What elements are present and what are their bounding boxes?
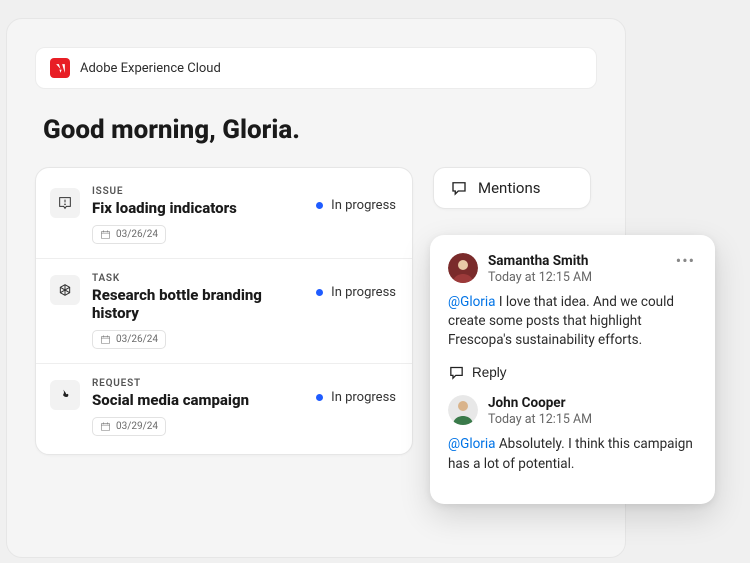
status-dot-icon [316, 289, 323, 296]
adobe-logo-icon [50, 58, 70, 78]
work-item-body: ISSUE Fix loading indicators 03/26/24 [92, 186, 304, 244]
mentions-card[interactable]: Mentions [433, 167, 591, 209]
calendar-icon [100, 229, 111, 240]
status-text: In progress [331, 198, 396, 213]
post-body: @Gloria Absolutely. I think this campaig… [448, 435, 697, 473]
calendar-icon [100, 421, 111, 432]
date-chip: 03/26/24 [92, 330, 166, 349]
post-meta: John Cooper Today at 12:15 AM [488, 395, 697, 427]
work-item-task[interactable]: TASK Research bottle branding history 03… [36, 259, 412, 364]
work-item-issue[interactable]: ISSUE Fix loading indicators 03/26/24 In… [36, 172, 412, 259]
reply-button[interactable]: Reply [448, 362, 507, 383]
work-item-status: In progress [316, 285, 396, 300]
post-author: Samantha Smith [488, 253, 664, 269]
brand-name: Adobe Experience Cloud [80, 61, 221, 76]
date-chip: 03/29/24 [92, 417, 166, 436]
mentions-label: Mentions [478, 179, 540, 197]
status-text: In progress [331, 390, 396, 405]
work-item-status: In progress [316, 198, 396, 213]
header-bar: Adobe Experience Cloud [35, 47, 597, 89]
post-body: @Gloria I love that idea. And we could c… [448, 293, 697, 350]
request-icon [50, 380, 80, 410]
issue-icon [50, 188, 80, 218]
work-item-request[interactable]: REQUEST Social media campaign 03/29/24 I… [36, 364, 412, 450]
reply-icon [448, 364, 465, 381]
mention-tag[interactable]: @Gloria [448, 436, 496, 452]
work-item-body: REQUEST Social media campaign 03/29/24 [92, 378, 304, 436]
status-text: In progress [331, 285, 396, 300]
page-greeting: Good morning, Gloria. [43, 115, 597, 145]
work-item-title: Social media campaign [92, 391, 304, 409]
post-time: Today at 12:15 AM [488, 270, 664, 285]
post-head: John Cooper Today at 12:15 AM [448, 395, 697, 427]
reply-label: Reply [472, 365, 507, 380]
task-icon [50, 275, 80, 305]
status-dot-icon [316, 394, 323, 401]
work-item-type: TASK [92, 273, 304, 284]
work-item-type: ISSUE [92, 186, 304, 197]
post-author: John Cooper [488, 395, 697, 411]
mention-tag[interactable]: @Gloria [448, 294, 496, 310]
work-item-date: 03/26/24 [116, 334, 158, 345]
more-icon[interactable]: ••• [674, 253, 697, 269]
mention-post: Samantha Smith Today at 12:15 AM ••• @Gl… [448, 253, 697, 385]
work-item-title: Fix loading indicators [92, 199, 304, 217]
mentions-popover: Samantha Smith Today at 12:15 AM ••• @Gl… [430, 235, 715, 504]
work-list-card: ISSUE Fix loading indicators 03/26/24 In… [35, 167, 413, 455]
status-dot-icon [316, 202, 323, 209]
work-item-body: TASK Research bottle branding history 03… [92, 273, 304, 349]
post-head: Samantha Smith Today at 12:15 AM ••• [448, 253, 697, 285]
work-item-type: REQUEST [92, 378, 304, 389]
work-item-date: 03/29/24 [116, 421, 158, 432]
avatar [448, 395, 478, 425]
post-meta: Samantha Smith Today at 12:15 AM [488, 253, 664, 285]
post-time: Today at 12:15 AM [488, 412, 697, 427]
calendar-icon [100, 334, 111, 345]
work-item-date: 03/26/24 [116, 229, 158, 240]
work-item-status: In progress [316, 390, 396, 405]
work-item-title: Research bottle branding history [92, 286, 304, 322]
avatar [448, 253, 478, 283]
mention-post: John Cooper Today at 12:15 AM @Gloria Ab… [448, 395, 697, 473]
date-chip: 03/26/24 [92, 225, 166, 244]
chat-icon [450, 179, 468, 197]
